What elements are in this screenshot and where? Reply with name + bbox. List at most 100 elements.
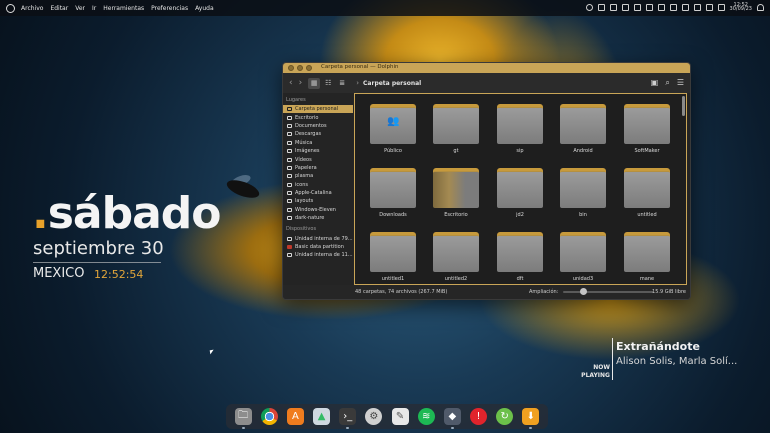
dock-settings-app[interactable]: ⚙ <box>365 408 383 425</box>
sidebar-device-1[interactable]: Unidad interna de 79... <box>283 234 353 242</box>
sidebar-item-documents[interactable]: Documentos <box>283 122 353 130</box>
close-button[interactable] <box>288 65 294 71</box>
back-icon[interactable]: ‹ <box>289 78 293 88</box>
menu-herramientas[interactable]: Herramientas <box>103 5 144 12</box>
dock-image-viewer-app[interactable]: ▲ <box>313 408 331 425</box>
menu-ir[interactable]: Ir <box>92 5 96 12</box>
sidebar-device-2[interactable]: Basic data partition <box>283 243 353 251</box>
window-icon[interactable] <box>633 3 641 11</box>
folder-icon <box>624 104 670 144</box>
panel-clock-date: 30/09/23 <box>729 6 752 12</box>
folder-item[interactable]: sip <box>496 102 544 162</box>
dock-alert-app[interactable]: ! <box>469 408 487 425</box>
icons-view-button[interactable]: ▦ <box>308 77 321 89</box>
minimize-button[interactable] <box>297 65 303 71</box>
folder-icon <box>287 174 292 179</box>
dock-chrome-app[interactable] <box>260 408 278 425</box>
folder-item[interactable]: mane <box>623 230 671 290</box>
folder-item[interactable]: SoftMaker <box>623 102 671 162</box>
dock-spotify-app[interactable]: ≋ <box>417 408 435 425</box>
media-icon[interactable] <box>657 3 665 11</box>
menu-archivo[interactable]: Archivo <box>21 5 43 12</box>
menu-editar[interactable]: Editar <box>50 5 68 12</box>
dock-sync-app[interactable]: ↻ <box>496 408 514 425</box>
folder-label: dft <box>516 276 524 282</box>
dock-downloader-app[interactable]: ⬇ <box>522 408 540 429</box>
folder-item[interactable]: untitled2 <box>432 230 480 290</box>
maximize-button[interactable] <box>306 65 312 71</box>
notifications-icon[interactable] <box>757 3 764 11</box>
folder-label: Android <box>573 148 593 154</box>
dock-files-app[interactable]: 🗀 <box>234 408 252 429</box>
dock-store-app[interactable]: A <box>286 408 304 425</box>
split-view-icon[interactable]: ▣ <box>651 78 659 88</box>
volume-icon[interactable] <box>693 3 701 11</box>
folder-item[interactable]: bin <box>559 166 607 226</box>
compact-view-button[interactable]: ☷ <box>322 78 334 89</box>
breadcrumb-separator-icon: › <box>356 79 360 87</box>
menu-ayuda[interactable]: Ayuda <box>195 5 214 12</box>
folder-item[interactable]: gt <box>432 102 480 162</box>
menu-preferencias[interactable]: Preferencias <box>151 5 188 12</box>
search-icon[interactable]: ⌕ <box>665 78 669 88</box>
sidebar-item-desktop[interactable]: Escritorio <box>283 113 353 121</box>
folder-item[interactable]: Downloads <box>369 166 417 226</box>
sidebar-item-layouts[interactable]: layouts <box>283 197 353 205</box>
wifi-icon[interactable] <box>717 3 725 11</box>
folder-item[interactable]: untitled1 <box>369 230 417 290</box>
downloads-icon <box>287 132 292 137</box>
hamburger-menu-icon[interactable]: ☰ <box>677 78 684 88</box>
folder-item[interactable]: Escritorio <box>432 166 480 226</box>
details-view-button[interactable]: ≣ <box>336 78 348 89</box>
scrollbar[interactable] <box>682 96 685 116</box>
folder-label: jd2 <box>516 212 524 218</box>
sidebar-item-apple-catalina[interactable]: Apple-Catalina <box>283 189 353 197</box>
folder-item[interactable]: dft <box>496 230 544 290</box>
folder-item[interactable]: jd2 <box>496 166 544 226</box>
folder-item[interactable]: 👥 Público <box>369 102 417 162</box>
sidebar-item-windows-eleven[interactable]: Windows-Eleven <box>283 206 353 214</box>
clipboard-icon[interactable] <box>645 3 653 11</box>
sidebar-item-plasma[interactable]: plasma <box>283 172 353 180</box>
folder-item[interactable]: unidad3 <box>559 230 607 290</box>
dock-editor-app[interactable]: ✎ <box>391 408 409 425</box>
panel-clock[interactable]: 12:52 30/09/23 <box>729 3 752 12</box>
sidebar-device-3[interactable]: Unidad interna de 11... <box>283 251 353 259</box>
folder-icon: 👥 <box>370 104 416 144</box>
battery-icon[interactable] <box>705 3 713 11</box>
screen-icon[interactable] <box>609 3 617 11</box>
sidebar-item-label: dark-nature <box>295 215 325 222</box>
settings-icon[interactable] <box>585 3 593 11</box>
sidebar-item-music[interactable]: Música <box>283 139 353 147</box>
network-icon[interactable] <box>669 3 677 11</box>
file-view[interactable]: 👥 Público gt sip Android SoftMaker Downl… <box>354 93 687 285</box>
terminal-icon[interactable] <box>597 3 605 11</box>
bluetooth-icon[interactable] <box>681 3 689 11</box>
window-titlebar[interactable]: Carpeta personal — Dolphin <box>283 63 690 73</box>
sidebar-item-trash[interactable]: Papelera <box>283 164 353 172</box>
breadcrumb[interactable]: Carpeta personal <box>363 80 421 87</box>
sidebar-item-home[interactable]: Carpeta personal <box>283 105 353 114</box>
sidebar-item-downloads[interactable]: Descargas <box>283 130 353 138</box>
zoom-slider-handle[interactable] <box>580 288 587 295</box>
now-playing-divider <box>612 338 613 380</box>
dock-terminal-app[interactable]: ›_ <box>339 408 357 429</box>
sidebar-item-label: Papelera <box>295 164 317 171</box>
sidebar-item-pictures[interactable]: Imágenes <box>283 147 353 155</box>
folder-item[interactable]: untitled <box>623 166 671 226</box>
folder-label: Público <box>384 148 402 154</box>
sidebar-item-label: Documentos <box>295 122 327 129</box>
sidebar-item-videos[interactable]: Vídeos <box>283 155 353 163</box>
menu-ver[interactable]: Ver <box>75 5 85 12</box>
folder-label: gt <box>453 148 459 154</box>
dock-dolphin-app[interactable]: ◆ <box>443 408 461 429</box>
forward-icon[interactable]: › <box>299 78 303 88</box>
folder-item[interactable]: Android <box>559 102 607 162</box>
now-playing-label: NOW PLAYING <box>578 364 610 380</box>
sidebar-item-icons[interactable]: icons <box>283 181 353 189</box>
app-menu-icon[interactable] <box>6 3 15 13</box>
sidebar-item-dark-nature[interactable]: dark-nature <box>283 214 353 222</box>
display-icon[interactable] <box>621 3 629 11</box>
folder-icon <box>624 232 670 272</box>
folder-icon <box>287 207 292 212</box>
